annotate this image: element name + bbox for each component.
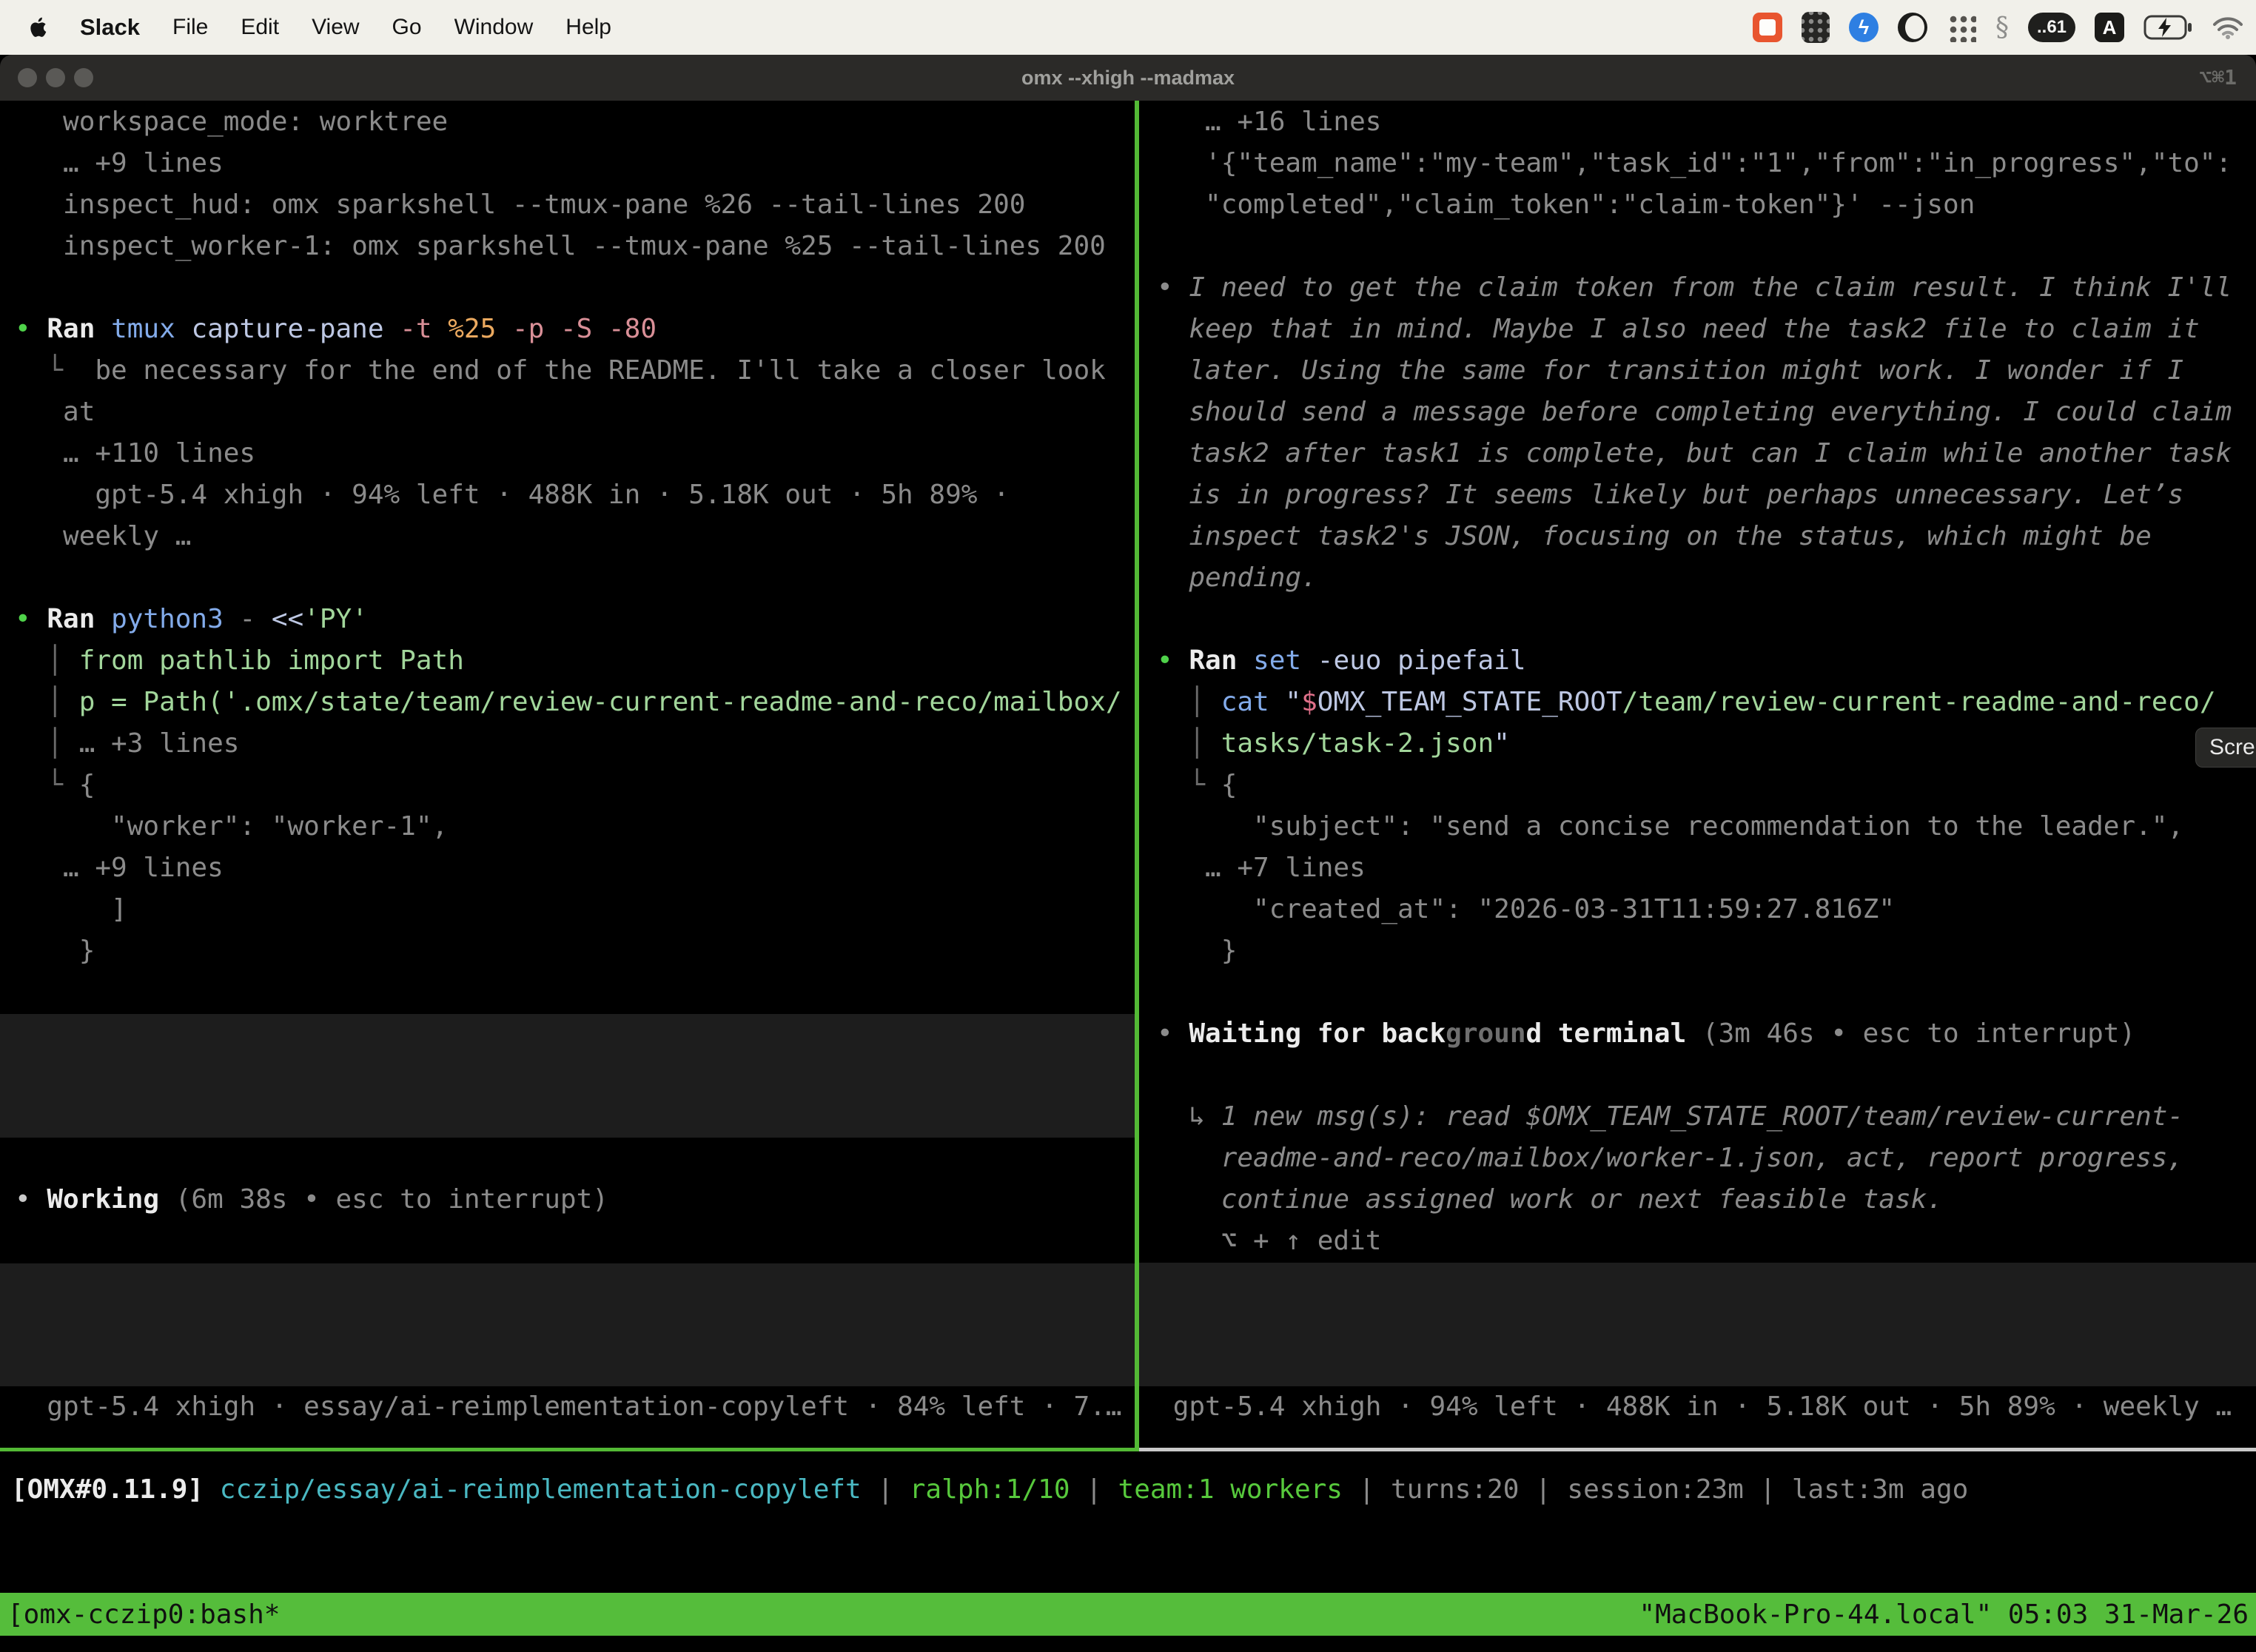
terminal-line: │ p = Path('.omx/state/team/review-curre… [0,682,1135,723]
terminal-line: should send a message before completing … [1139,392,2256,433]
terminal-line: … +9 lines [0,847,1135,889]
pane-right: … +16 lines '{"team_name":"my-team","tas… [1139,101,2256,1448]
terminal-line: gpt-5.4 xhigh · 94% left · 488K in · 5.1… [0,474,1135,516]
terminal-line: "created_at": "2026-03-31T11:59:27.816Z" [1139,889,2256,930]
omx-status-line: [OMX#0.11.9] cczip/essay/ai-reimplementa… [0,1469,2256,1511]
terminal-line: └ { [1139,765,2256,806]
desktop: { "menu_bar": { "app_name": "Slack", "it… [0,0,2256,1652]
terminal-line: │ from pathlib import Path [0,640,1135,682]
prompt-input-left[interactable]: › Improve documentation in @filename [0,1263,1135,1386]
apps-grid-icon[interactable] [1947,13,1976,42]
menu-item-go[interactable]: Go [392,15,422,40]
window-shortcut: ⌥⌘1 [2199,55,2237,101]
window-title: omx --xhigh --madmax [0,55,2256,101]
terminal-line: • Ran set -euo pipefail [1139,640,2256,682]
terminal-line: inspect task2's JSON, focusing on the st… [1139,516,2256,557]
menu-item-file[interactable]: File [172,15,208,40]
menu-item-help[interactable]: Help [565,15,611,40]
terminal-line: pending. [1139,557,2256,599]
terminal-line: inspect_worker-1: omx sparkshell --tmux-… [0,226,1135,267]
terminal-line: ⌥ + ↑ edit [1139,1220,2256,1262]
chat-badge-icon[interactable] [1753,13,1782,42]
menu-item-edit[interactable]: Edit [241,15,279,40]
terminal-line: │ … +3 lines [0,723,1135,765]
session-status-left: gpt-5.4 xhigh · essay/ai-reimplementatio… [0,1386,1135,1428]
terminal-line: later. Using the same for transition mig… [1139,350,2256,392]
terminal-line: } [1139,930,2256,972]
wifi-icon[interactable] [2212,15,2244,40]
terminal-line: '{"team_name":"my-team","task_id":"1","f… [1139,143,2256,184]
terminal-line: keep that in mind. Maybe I also need the… [1139,309,2256,350]
terminal-line: └ { [0,765,1135,806]
session-status-right: gpt-5.4 xhigh · 94% left · 488K in · 5.1… [1139,1386,2256,1428]
tmux-status-bar: [omx-cczip0:bash* "MacBook-Pro-44.local"… [0,1593,2256,1636]
tooltip-label: Scre [2209,735,2255,760]
terminal-line: continue assigned work or next feasible … [1139,1179,2256,1220]
terminal-line: ↳ 1 new msg(s): read $OMX_TEAM_STATE_ROO… [1139,1096,2256,1138]
menu-item-window[interactable]: Window [454,15,534,40]
messenger-icon[interactable]: ϟ [1849,13,1879,42]
terminal-line: … +7 lines [1139,847,2256,889]
terminal-line [1139,226,2256,267]
terminal-line: ] [0,889,1135,930]
menu-item-view[interactable]: View [312,15,359,40]
terminal-line: │ cat "$OMX_TEAM_STATE_ROOT/team/review-… [1139,682,2256,723]
inject-banner: › Ralph loop active continue [OMX_TMUX_I… [0,1014,1135,1138]
count-badge-icon[interactable]: ..61 [2028,13,2075,42]
terminal-line: task2 after task1 is complete, but can I… [1139,433,2256,474]
pane-right-scrollback: … +16 lines '{"team_name":"my-team","tas… [1139,101,2256,1262]
terminal-line: "completed","claim_token":"claim-token"}… [1139,184,2256,226]
terminal-line: is in progress? It seems likely but perh… [1139,474,2256,516]
pane-border-active [0,1448,1139,1451]
menubar-status-icons: ϟ § ..61 A [1733,0,2244,55]
apple-icon [30,16,49,38]
pane-left: workspace_mode: worktree … +9 lines insp… [0,101,1135,1448]
terminal: workspace_mode: worktree … +9 lines insp… [0,101,2256,1593]
dark-mode-icon[interactable] [1898,13,1927,42]
apple-menu[interactable] [30,16,49,38]
terminal-line: • Ran tmux capture-pane -t %25 -p -S -80 [0,309,1135,350]
terminal-line: └ be necessary for the end of the README… [0,350,1135,392]
grid-shield-icon[interactable] [1802,12,1830,43]
terminal-line: … +110 lines [0,433,1135,474]
terminal-line [1139,972,2256,1013]
terminal-line: [OMX#0.11.9] cczip/essay/ai-reimplementa… [0,1469,2256,1511]
tmux-session-window[interactable]: [omx-cczip0:bash* [0,1599,280,1630]
pane-left-scrollback: workspace_mode: worktree … +9 lines insp… [0,101,1135,972]
terminal-line [1139,1055,2256,1096]
terminal-line: … +9 lines [0,143,1135,184]
terminal-line: "worker": "worker-1", [0,806,1135,847]
terminal-line: "subject": "send a concise recommendatio… [1139,806,2256,847]
terminal-line: inspect_hud: omx sparkshell --tmux-pane … [0,184,1135,226]
input-source-icon[interactable]: A [2095,13,2124,42]
terminal-line: } [0,930,1135,972]
prompt-input-right[interactable]: › Explain this codebase [1139,1263,2256,1386]
terminal-line: … +16 lines [1139,101,2256,143]
terminal-line [0,267,1135,309]
screen-tooltip: Scre [2195,728,2256,768]
hook-icon[interactable]: § [1995,13,2009,43]
terminal-line: weekly … [0,516,1135,557]
menu-bar: Slack File Edit View Go Window Help ϟ § … [0,0,2256,55]
terminal-line: • I need to get the claim token from the… [1139,267,2256,309]
pane-border-inactive [1139,1448,2256,1451]
terminal-line: │ tasks/task-2.json" [1139,723,2256,765]
terminal-line: • Working (6m 38s • esc to interrupt) [0,1179,1135,1220]
window-titlebar: omx --xhigh --madmax ⌥⌘1 [0,55,2256,101]
working-status: • Working (6m 38s • esc to interrupt) [0,1179,1135,1220]
terminal-line: readme-and-reco/mailbox/worker-1.json, a… [1139,1138,2256,1179]
terminal-line [0,557,1135,599]
terminal-line: at [0,392,1135,433]
terminal-line: • Waiting for background terminal (3m 46… [1139,1013,2256,1055]
battery-icon[interactable] [2143,15,2192,40]
tmux-host-clock: "MacBook-Pro-44.local" 05:03 31-Mar-26 [1639,1599,2256,1630]
menu-app-name[interactable]: Slack [80,14,140,41]
terminal-line: • Ran python3 - <<'PY' [0,599,1135,640]
terminal-line [1139,599,2256,640]
terminal-line: workspace_mode: worktree [0,101,1135,143]
